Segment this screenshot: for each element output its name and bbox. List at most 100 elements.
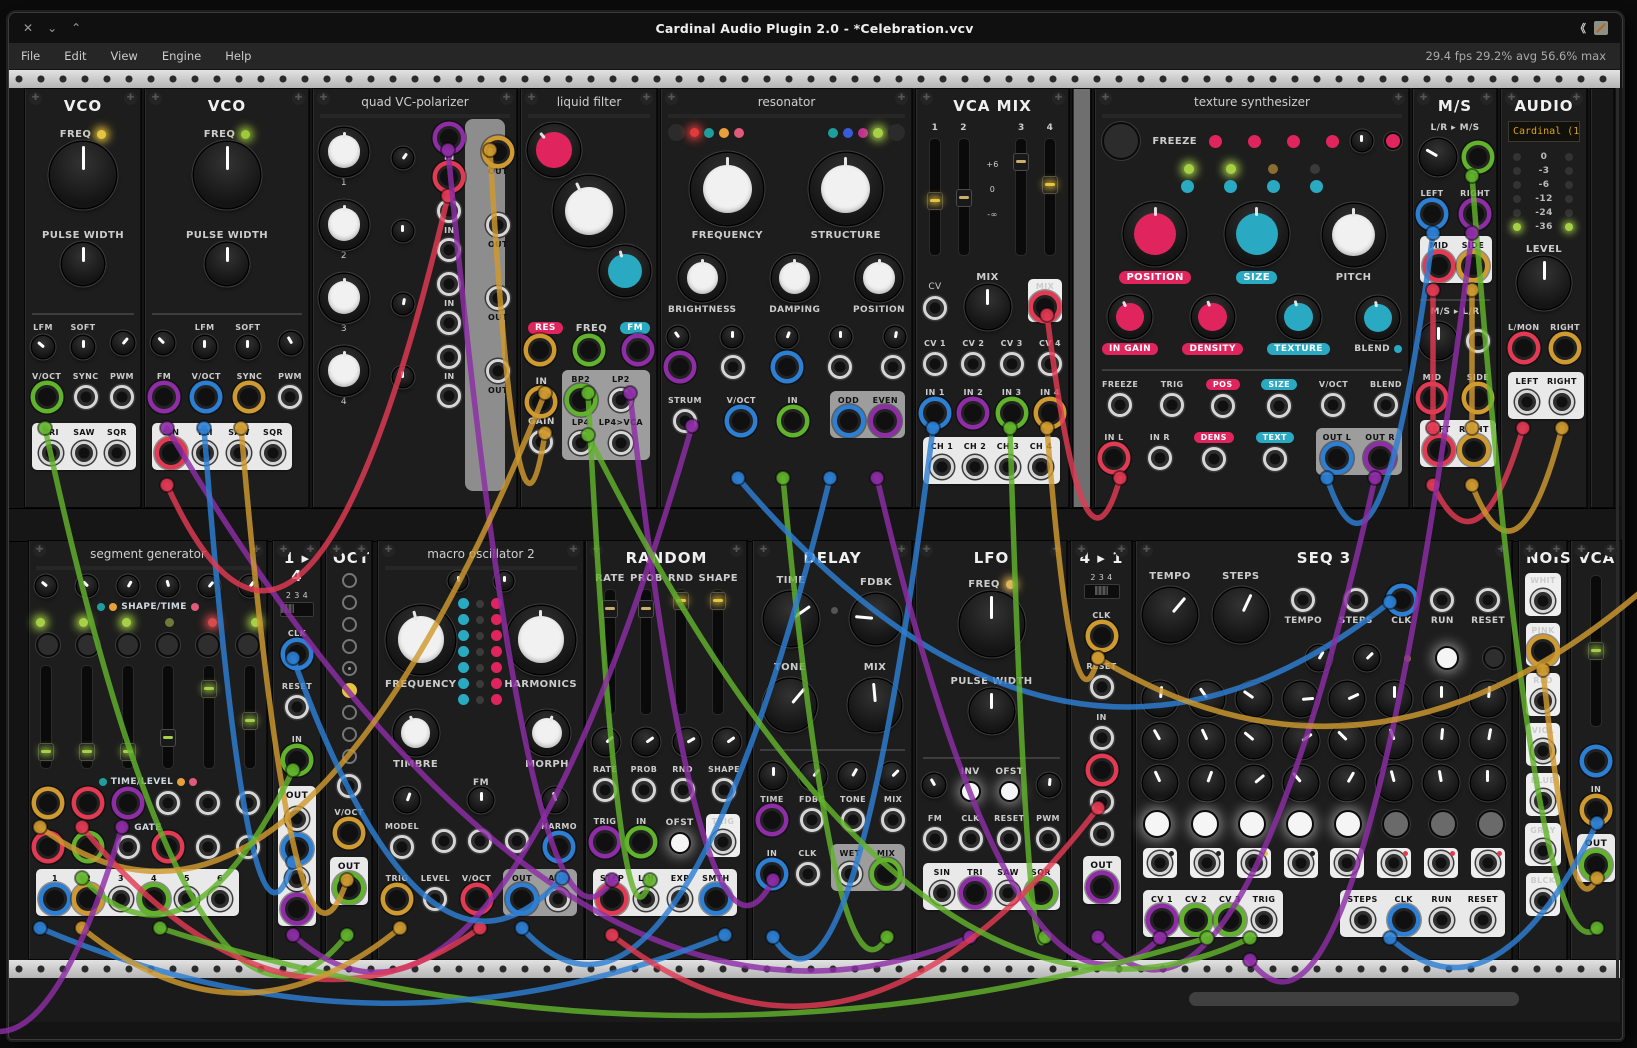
vco-2-port-saw[interactable] [227, 441, 251, 465]
ms-knob-[interactable] [1420, 323, 1456, 359]
seq-3-knob-[interactable] [1284, 766, 1318, 800]
resonator-knob-[interactable] [772, 255, 818, 301]
seq-3-knob-[interactable] [1284, 682, 1318, 716]
delay-knob-[interactable] [800, 763, 826, 789]
macro-oscillator-2-knob-[interactable] [387, 606, 455, 674]
ms-port-side[interactable] [1461, 254, 1485, 278]
macro-oscillator-2-knob-[interactable] [543, 788, 567, 812]
oct-octave-8[interactable] [342, 749, 357, 764]
seq-3-knob-[interactable] [1143, 724, 1177, 758]
ms-port-left[interactable] [1427, 438, 1451, 462]
vca-mix-slider[interactable] [1044, 138, 1056, 256]
audio-port-right[interactable] [1553, 336, 1577, 360]
vco-2-knob--[interactable] [280, 332, 302, 354]
vca-slider[interactable] [1590, 575, 1602, 727]
segment-generator-knob-[interactable] [240, 576, 260, 596]
quad-vc-polarizer-knob-[interactable] [320, 347, 368, 395]
segment-generator-port-jack[interactable] [36, 791, 60, 815]
segment-generator-knob-[interactable] [158, 576, 178, 596]
delay-knob-[interactable] [764, 592, 818, 646]
resonator-knob-[interactable] [691, 153, 763, 225]
ms-port-right[interactable] [1463, 202, 1487, 226]
delay-port-time[interactable] [760, 808, 784, 832]
vco-2-knob-lfm[interactable] [194, 336, 216, 358]
macro-oscillator-2-port-model[interactable] [390, 835, 414, 859]
liquid-filter-res-port[interactable] [528, 338, 552, 362]
delay-port-fdbk[interactable] [800, 808, 824, 832]
quad-vc-polarizer-knob-[interactable] [320, 128, 368, 176]
ms-port-right[interactable] [1462, 438, 1486, 462]
delay-knob-[interactable] [849, 679, 901, 731]
seq-3-knob-[interactable] [1190, 766, 1224, 800]
nois-port-blck[interactable] [1531, 889, 1555, 913]
lfo-knob-[interactable] [1038, 774, 1060, 796]
texture-synthesizer-knob-[interactable] [1226, 203, 1288, 265]
segment-generator-button[interactable] [196, 633, 220, 657]
lfo-button[interactable] [960, 781, 981, 802]
four-to-one-port-jack[interactable] [1090, 822, 1114, 846]
quad-vc-polarizer-knob-[interactable] [393, 294, 413, 314]
vca-mix-port-ch-1[interactable] [930, 455, 954, 479]
random-port-lin[interactable] [634, 887, 658, 911]
ms-port-jack[interactable] [1466, 329, 1490, 353]
segment-generator-button[interactable] [116, 633, 140, 657]
liquid-filter-port-jack[interactable] [529, 390, 553, 414]
delay-knob-[interactable] [839, 763, 865, 789]
texture-synthesizer-port-blend[interactable] [1374, 393, 1398, 417]
seq-3-port-cv-1[interactable] [1150, 908, 1174, 932]
seq-3-port-steps[interactable] [1351, 908, 1375, 932]
texture-synthesizer-knob-[interactable] [1323, 204, 1385, 266]
vco-1-knob-lfm[interactable] [32, 336, 54, 358]
menu-item-file[interactable]: File [9, 49, 52, 63]
macro-oscillator-2-port-harmo[interactable] [547, 835, 571, 859]
delay-port-wet[interactable] [838, 862, 862, 886]
delay-knob-[interactable] [851, 594, 901, 644]
lfo-port-clk[interactable] [959, 827, 983, 851]
vca-mix-port-ch-4[interactable] [1029, 455, 1053, 479]
texture-synthesizer-port-v-oct[interactable] [1321, 393, 1345, 417]
resonator-knob-[interactable] [679, 255, 725, 301]
segment-generator-port-jack[interactable] [196, 791, 220, 815]
seq-3-knob-[interactable] [1284, 724, 1318, 758]
seq-3-knob-[interactable] [1143, 588, 1197, 642]
random-port-smth[interactable] [704, 887, 728, 911]
segment-generator-port-jack[interactable] [36, 835, 60, 859]
lfo-knob-[interactable] [970, 689, 1014, 733]
resonator-port-jack[interactable] [775, 355, 799, 379]
vco-1-pulse-width-knob[interactable] [62, 243, 104, 285]
segment-generator-port-4[interactable] [142, 887, 166, 911]
segment-generator-port-jack[interactable] [196, 835, 220, 859]
one-to-four-port-jack[interactable] [285, 897, 309, 921]
seq-3-port-trig[interactable] [1252, 908, 1276, 932]
random-port-exp[interactable] [668, 887, 692, 911]
four-to-one-port-jack[interactable] [1090, 790, 1114, 814]
seq-3-knob-[interactable] [1377, 766, 1411, 800]
texture-synthesizer-port-out-r[interactable] [1368, 446, 1392, 470]
segment-generator-slider[interactable] [81, 665, 93, 769]
random-port-prob[interactable] [632, 778, 656, 802]
texture-synthesizer-port-pos[interactable] [1211, 394, 1235, 418]
segment-generator-port-jack[interactable] [236, 835, 260, 859]
macro-oscillator-2-port-jack[interactable] [468, 829, 492, 853]
audio-level-knob[interactable] [1518, 257, 1570, 309]
seq-3-knob-[interactable] [1377, 724, 1411, 758]
segment-generator-slider[interactable] [244, 665, 256, 769]
vco-2-port-sin[interactable] [159, 441, 183, 465]
ms-port-left[interactable] [1420, 202, 1444, 226]
one-to-four-port-in[interactable] [285, 748, 309, 772]
random-slider[interactable] [604, 589, 616, 715]
nois-port-blue[interactable] [1531, 789, 1555, 813]
random-button[interactable] [669, 832, 691, 854]
vco-2-knob--[interactable] [152, 332, 174, 354]
texture-synthesizer-port-freeze[interactable] [1108, 393, 1132, 417]
seq-3-port-jack[interactable] [1289, 851, 1313, 875]
texture-synthesizer-port-in-l[interactable] [1102, 446, 1126, 470]
delay-knob-[interactable] [879, 763, 905, 789]
seq-3-port-jack[interactable] [1476, 588, 1500, 612]
segment-generator-port-jack[interactable] [116, 835, 140, 859]
segment-generator-slider[interactable] [40, 665, 52, 769]
texture-synthesizer-freeze-button[interactable] [1102, 122, 1140, 160]
random-port-rnd[interactable] [671, 778, 695, 802]
seq-3-knob-[interactable] [1143, 682, 1177, 716]
one-to-four-mode-switch[interactable] [280, 602, 314, 617]
